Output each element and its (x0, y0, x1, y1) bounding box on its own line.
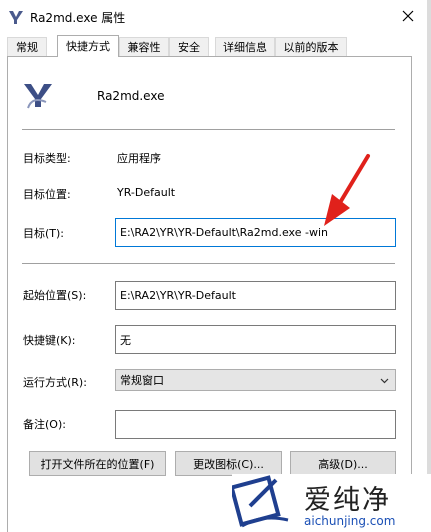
title-bar[interactable]: Ra2md.exe 属性 (0, 0, 431, 34)
run-select-value: 常规窗口 (120, 374, 164, 387)
watermark-brand: 爱纯净 (304, 485, 391, 516)
start-in-label: 起始位置(S): (23, 289, 87, 302)
run-select[interactable]: 常规窗口 (115, 369, 396, 391)
hotkey-label: 快捷键(K): (23, 334, 76, 347)
target-label: 目标(T): (23, 227, 65, 240)
target-type-value: 应用程序 (117, 152, 161, 165)
target-location-label: 目标位置: (23, 188, 71, 201)
watermark-url: aichunjing.com (304, 514, 396, 528)
target-location-value: YR-Default (117, 186, 176, 199)
start-in-input-value: E:\RA2\YR\YR-Default (120, 289, 236, 302)
run-label: 运行方式(R): (23, 376, 87, 389)
tab-general[interactable]: 常规 (7, 37, 47, 56)
chevron-down-icon (380, 378, 389, 384)
tab-shortcut[interactable]: 快捷方式 (57, 35, 119, 57)
hotkey-input-value: 无 (120, 333, 131, 347)
target-input-value: E:\RA2\YR\YR-Default\Ra2md.exe -win (120, 226, 328, 239)
window-border (427, 0, 431, 532)
change-icon-button[interactable]: 更改图标(C)... (175, 451, 282, 476)
window-title: Ra2md.exe 属性 (30, 11, 126, 25)
target-type-label: 目标类型: (23, 152, 71, 165)
tab-previous-versions[interactable]: 以前的版本 (275, 37, 347, 56)
shortcut-name: Ra2md.exe (97, 89, 165, 103)
hotkey-input[interactable]: 无 (115, 325, 396, 354)
app-icon (24, 84, 52, 109)
watermark: 爱纯净 aichunjing.com (232, 474, 431, 532)
tab-compatibility[interactable]: 兼容性 (119, 37, 169, 56)
comment-label: 备注(O): (23, 418, 66, 431)
annotation-arrow (324, 154, 370, 226)
tab-security[interactable]: 安全 (169, 37, 209, 56)
watermark-logo-icon (232, 475, 289, 528)
open-file-location-button[interactable]: 打开文件所在的位置(F) (29, 451, 166, 476)
start-in-input[interactable]: E:\RA2\YR\YR-Default (115, 281, 396, 310)
divider (22, 263, 395, 264)
tab-details[interactable]: 详细信息 (215, 37, 275, 56)
close-button[interactable] (385, 0, 431, 32)
divider (22, 129, 395, 130)
comment-input[interactable] (115, 410, 396, 439)
close-icon (402, 10, 414, 22)
advanced-button[interactable]: 高级(D)... (290, 451, 396, 476)
app-title-icon (9, 11, 23, 24)
properties-dialog: Ra2md.exe 属性 常规 快捷方式 兼容性 安全 详细信息 以前的版本 R… (0, 0, 431, 532)
